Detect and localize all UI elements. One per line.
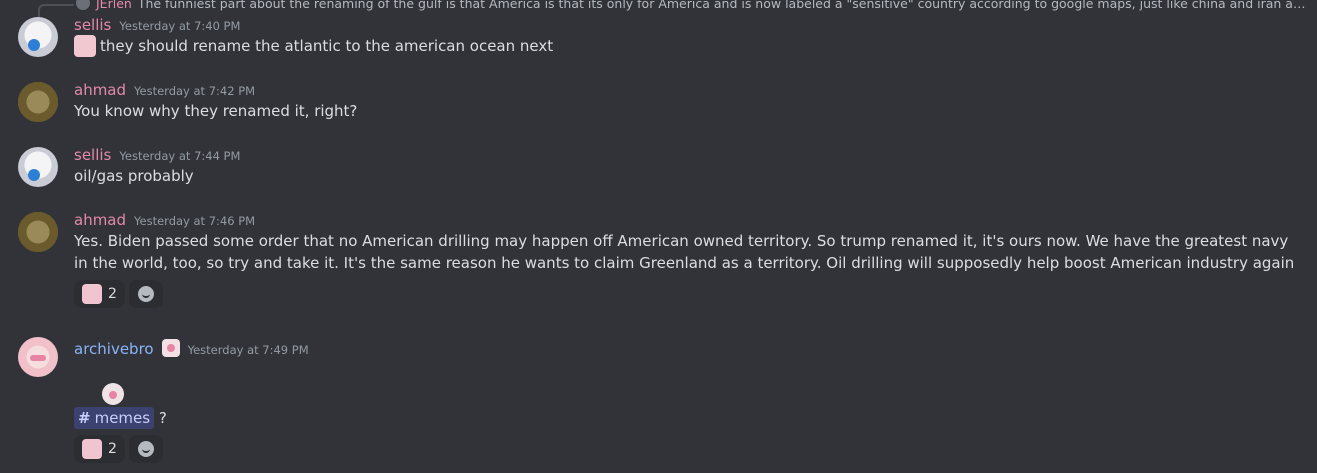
message-timestamp: Yesterday at 7:46 PM	[134, 214, 256, 228]
reply-author[interactable]: JErlen	[96, 0, 132, 11]
reaction-bar: 2	[74, 280, 163, 308]
avatar-ahmad[interactable]	[18, 82, 58, 122]
smile-icon	[137, 441, 154, 457]
message-author[interactable]: archivebro	[74, 340, 154, 358]
hash-icon: #	[78, 409, 91, 427]
avatar-archivebro[interactable]	[18, 337, 58, 377]
message-timestamp: Yesterday at 7:44 PM	[119, 149, 241, 163]
channel-mention[interactable]: # memes	[74, 407, 155, 429]
add-reaction-button[interactable]	[128, 280, 163, 308]
message-timestamp: Yesterday at 7:42 PM	[134, 84, 256, 98]
smile-icon	[137, 286, 154, 302]
reaction-button[interactable]: 2	[74, 280, 125, 308]
reply-connector	[38, 4, 74, 18]
message-timestamp: Yesterday at 7:40 PM	[119, 19, 241, 33]
avatar-sellis[interactable]	[18, 147, 58, 187]
reaction-emoji-icon	[82, 284, 102, 304]
message-content: they should rename the atlantic to the a…	[74, 35, 1302, 57]
channel-mention-name: memes	[94, 409, 151, 427]
message-text: they should rename the atlantic to the a…	[100, 37, 554, 55]
avatar-sellis[interactable]	[18, 17, 58, 57]
message-text: oil/gas probably	[74, 167, 194, 185]
add-reaction-button[interactable]	[128, 435, 163, 463]
server-tag-icon[interactable]	[161, 339, 180, 357]
reaction-button[interactable]: 2	[74, 435, 125, 463]
reaction-emoji-icon	[82, 439, 102, 459]
message-trailing-text: ?	[158, 409, 167, 427]
reply-text: The funniest part about the renaming of …	[137, 0, 1306, 11]
message-author[interactable]: sellis	[74, 16, 111, 34]
custom-emoji-icon	[74, 35, 96, 57]
avatar-ahmad[interactable]	[18, 212, 58, 252]
message-text: You know why they renamed it, right?	[74, 102, 358, 120]
message-author[interactable]: ahmad	[74, 211, 126, 229]
message-text: Yes. Biden passed some order that no Ame…	[74, 232, 1295, 272]
reaction-count: 2	[108, 441, 117, 457]
reaction-count: 2	[108, 286, 117, 302]
sticker-emoji-icon	[102, 383, 124, 405]
reply-preview[interactable]: JErlen The funniest part about the renam…	[76, 0, 1306, 12]
reply-avatar	[76, 0, 90, 10]
message-author[interactable]: sellis	[74, 146, 111, 164]
message-author[interactable]: ahmad	[74, 81, 126, 99]
message-timestamp: Yesterday at 7:49 PM	[187, 343, 309, 357]
reaction-bar: 2	[74, 435, 163, 463]
message-content: # memes ?	[74, 407, 1302, 429]
